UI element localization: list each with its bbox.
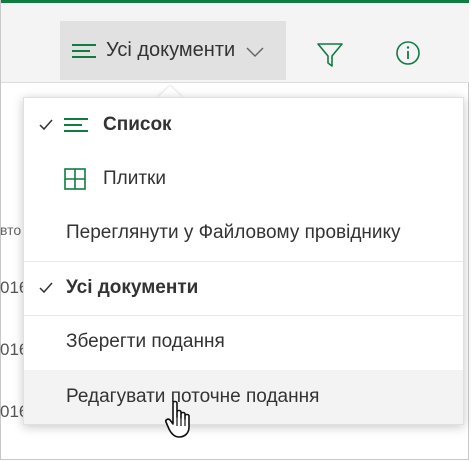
info-icon[interactable] bbox=[394, 39, 424, 69]
filter-icon[interactable] bbox=[314, 39, 346, 71]
view-selector-button[interactable]: Усі документи bbox=[60, 21, 286, 80]
view-selector-label: Усі документи bbox=[106, 39, 236, 61]
checkmark-icon bbox=[38, 118, 54, 132]
checkmark-icon bbox=[38, 281, 54, 295]
menu-item-label: Плитки bbox=[103, 168, 166, 189]
command-bar: Усі документи bbox=[1, 3, 469, 83]
menu-item-list[interactable]: Список bbox=[24, 99, 463, 151]
list-lines-icon bbox=[64, 114, 90, 136]
menu-item-tiles[interactable]: Плитки bbox=[24, 153, 463, 205]
menu-item-label: Усі документи bbox=[66, 277, 199, 298]
tiles-grid-icon bbox=[64, 168, 90, 190]
menu-item-label: Список bbox=[103, 114, 172, 135]
menu-item-all-documents[interactable]: Усі документи bbox=[24, 262, 463, 314]
menu-item-label: Зберегти подання bbox=[66, 331, 225, 352]
list-lines-icon bbox=[72, 43, 98, 59]
menu-item-edit-current-view[interactable]: Редагувати поточне подання bbox=[24, 370, 463, 424]
menu-item-save-view[interactable]: Зберегти подання bbox=[24, 316, 463, 368]
menu-item-open-in-explorer[interactable]: Переглянути у Файловому провіднику bbox=[24, 207, 463, 259]
hand-cursor-icon bbox=[164, 400, 196, 440]
column-header-fragment: вто bbox=[0, 222, 22, 238]
view-dropdown-menu: Список Плитки Переглянути у Файловому пр… bbox=[23, 97, 464, 425]
menu-item-label: Переглянути у Файловому провіднику bbox=[66, 222, 401, 243]
chevron-down-icon bbox=[245, 45, 265, 57]
